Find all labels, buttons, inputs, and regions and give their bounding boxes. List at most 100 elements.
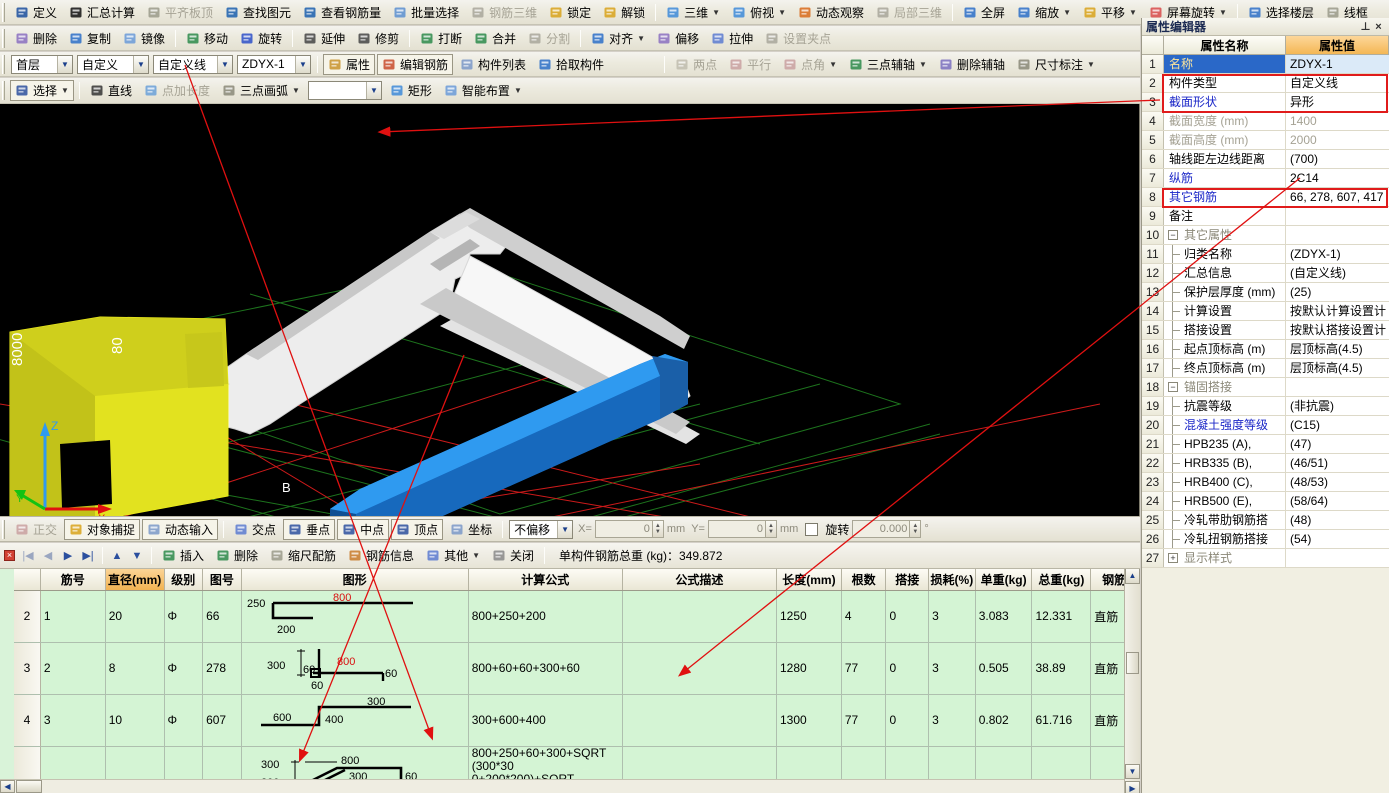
cell-jinhao[interactable]: 2	[40, 642, 106, 695]
property-value[interactable]: 1400	[1286, 112, 1389, 130]
cell-sunhao[interactable]: 3	[928, 642, 976, 695]
toolbar-button-拾取构件[interactable]: 拾取构件	[533, 54, 609, 75]
toolbar-button-构件列表[interactable]: 构件列表	[455, 54, 531, 75]
cell-jinhao[interactable]: 3	[40, 694, 106, 747]
toolbar-button-三点辅轴[interactable]: 三点辅轴 ▼	[844, 54, 932, 75]
cell-gongshi[interactable]: 800+250+200	[468, 590, 623, 643]
toolbar-grip[interactable]	[2, 28, 6, 48]
table-row[interactable]: 2 1 20 Φ 66 250 800 200 800+250+200 1250 4 0 3 3.083 1…	[14, 590, 1138, 643]
column-header-miaoshu[interactable]: 公式描述	[622, 569, 777, 591]
column-header-gongshi[interactable]: 计算公式	[468, 569, 623, 591]
property-value[interactable]: 2000	[1286, 131, 1389, 149]
cell-danzhong[interactable]: 0.505	[975, 642, 1033, 695]
toolbar-button-复制[interactable]: 复制	[64, 28, 116, 49]
toolbar-button-偏移[interactable]: 偏移	[652, 28, 704, 49]
component-select[interactable]: ZDYX-1 ▼	[237, 54, 311, 74]
cell-miaoshu[interactable]	[622, 590, 777, 643]
column-header-tuxing[interactable]: 图形	[241, 569, 469, 591]
x-coord-input[interactable]: 0	[594, 520, 653, 538]
rotate-input[interactable]: 0.000	[852, 520, 911, 538]
cell-tuhao[interactable]: 607	[202, 694, 242, 747]
property-row[interactable]: 11 归类名称 (ZDYX-1)	[1142, 245, 1389, 264]
table-horizontal-scrollbar[interactable]: ◀	[0, 779, 1124, 793]
rebar-nav-3[interactable]: ▶|	[78, 549, 98, 562]
property-row[interactable]: 8 其它钢筋 66, 278, 607, 417	[1142, 188, 1389, 207]
toolbar-button-解锁[interactable]: 解锁	[598, 2, 650, 23]
property-value[interactable]: (58/64)	[1286, 492, 1389, 510]
property-row[interactable]: 20 混凝土强度等级 (C15)	[1142, 416, 1389, 435]
toolbar-button-旋转[interactable]: 旋转	[235, 28, 287, 49]
column-header-zongzhong[interactable]: 总重(kg)	[1031, 569, 1092, 591]
chevron-down-icon[interactable]: ▼	[57, 55, 72, 73]
cell-jibie[interactable]: Φ	[164, 590, 204, 643]
toolbar-button-其他[interactable]: 其他 ▼	[421, 545, 485, 566]
property-value[interactable]: (25)	[1286, 283, 1389, 301]
chevron-down-icon[interactable]: ▼	[472, 551, 480, 560]
category-select[interactable]: 自定义 ▼	[77, 54, 149, 74]
toolbar-grip[interactable]	[2, 54, 6, 74]
property-value[interactable]: 层顶标高(4.5)	[1286, 340, 1389, 358]
cell-changdu[interactable]: 1250	[776, 590, 842, 643]
hscroll-thumb[interactable]	[16, 780, 42, 793]
property-row[interactable]: 17 终点顶标高 (m) 层顶标高(4.5)	[1142, 359, 1389, 378]
toolbar-button-批量选择[interactable]: 批量选择	[388, 2, 464, 23]
toolbar-grip[interactable]	[2, 2, 6, 22]
rebar-table[interactable]: 筋号 直径(mm) 级别 图号 图形 计算公式 公式描述 长度(mm) 根数 搭接 损耗(%) 单重(…	[14, 569, 1138, 793]
toolbar-button-打断[interactable]: 打断	[415, 28, 467, 49]
chevron-down-icon[interactable]: ▼	[365, 82, 381, 99]
rebar-nav-0[interactable]: |◀	[18, 549, 38, 562]
chevron-down-icon[interactable]: ▼	[133, 55, 148, 73]
cell-dajie[interactable]: 0	[885, 642, 930, 695]
column-header-genshu[interactable]: 根数	[841, 569, 887, 591]
rotate-checkbox[interactable]	[805, 522, 819, 536]
property-value[interactable]: 层顶标高(4.5)	[1286, 359, 1389, 377]
column-header-changdu[interactable]: 长度(mm)	[776, 569, 842, 591]
property-row[interactable]: 26 冷轧扭钢筋搭接 (54)	[1142, 530, 1389, 549]
toolbar-button-全屏[interactable]: 全屏	[958, 2, 1010, 23]
cell-miaoshu[interactable]	[622, 642, 777, 695]
toolbar-button-动态观察[interactable]: 动态观察	[793, 2, 869, 23]
chevron-down-icon[interactable]: ▼	[292, 86, 300, 95]
scroll-left-button[interactable]: ◀	[0, 780, 15, 793]
cell-sunhao[interactable]: 3	[928, 694, 976, 747]
toolbar-grip[interactable]	[2, 81, 6, 100]
property-row[interactable]: 5 截面高度 (mm) 2000	[1142, 131, 1389, 150]
toolbar-button-定义[interactable]: 定义	[10, 2, 62, 23]
y-coord-input[interactable]: 0	[707, 520, 766, 538]
cell-jibie[interactable]: Φ	[164, 694, 204, 747]
column-header-tuhao[interactable]: 图号	[202, 569, 242, 591]
tree-expander[interactable]: +	[1168, 553, 1178, 563]
property-value[interactable]: 按默认计算设置计	[1286, 302, 1389, 320]
toolbar-button-三点画弧[interactable]: 三点画弧 ▼	[217, 80, 305, 101]
chevron-down-icon[interactable]: ▼	[1087, 60, 1095, 69]
toolbar-button-查找图元[interactable]: 查找图元	[220, 2, 296, 23]
chevron-down-icon[interactable]: ▼	[217, 55, 232, 73]
chevron-down-icon[interactable]: ▼	[712, 8, 720, 17]
toolbar-button-属性[interactable]: 属性	[323, 53, 376, 75]
cell-genshu[interactable]: 4	[841, 590, 887, 643]
toolbar-button-钢筋信息[interactable]: 钢筋信息	[343, 545, 419, 566]
column-header-rh[interactable]	[14, 569, 41, 591]
x-coord-spinner[interactable]: ▲ ▼	[652, 520, 664, 538]
chevron-down-icon[interactable]: ▼	[778, 8, 786, 17]
cell-tuhao[interactable]: 278	[202, 642, 242, 695]
property-value[interactable]	[1286, 549, 1389, 567]
property-row[interactable]: 22 HRB335 (B), HRBF (46/51)	[1142, 454, 1389, 473]
toolbar-button-删除[interactable]: 删除	[211, 545, 263, 566]
toolbar-button-编辑钢筋[interactable]: 编辑钢筋	[377, 53, 454, 75]
property-row[interactable]: 3 截面形状 异形	[1142, 93, 1389, 112]
property-row[interactable]: 16 起点顶标高 (m) 层顶标高(4.5)	[1142, 340, 1389, 359]
table-row[interactable]: 4 3 10 Φ 607 300 600 400 300+600+400 1300 77 0 3 0.80…	[14, 694, 1138, 747]
toolbar-button-关闭[interactable]: 关闭	[487, 545, 539, 566]
cell-rh[interactable]: 3	[14, 642, 41, 695]
cell-gongshi[interactable]: 300+600+400	[468, 694, 623, 747]
toolbar-button-对象捕捉[interactable]: 对象捕捉	[64, 518, 141, 540]
cell-jibie[interactable]: Φ	[164, 642, 204, 695]
property-row[interactable]: 21 HPB235 (A), HPB3 (47)	[1142, 435, 1389, 454]
property-row[interactable]: 13 保护层厚度 (mm) (25)	[1142, 283, 1389, 302]
property-row[interactable]: 25 冷轧带肋钢筋搭 (48)	[1142, 511, 1389, 530]
property-value[interactable]: (ZDYX-1)	[1286, 245, 1389, 263]
offset-select[interactable]: 不偏移 ▼	[509, 519, 574, 539]
scroll-down-button[interactable]: ▼	[1125, 764, 1140, 779]
property-row[interactable]: 18− 锚固搭接	[1142, 378, 1389, 397]
